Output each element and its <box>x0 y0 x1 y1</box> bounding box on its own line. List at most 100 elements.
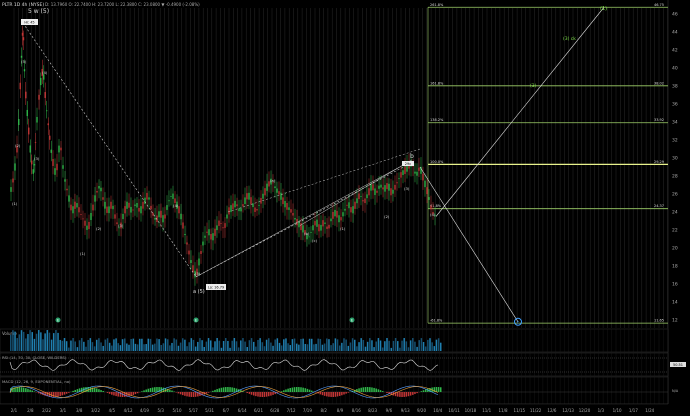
volume-bar <box>358 342 360 351</box>
volume-bar <box>222 341 225 351</box>
candle-body <box>318 224 320 232</box>
volume-bar <box>209 340 212 351</box>
candle-body <box>96 190 98 193</box>
volume-bar <box>381 347 384 351</box>
date-tick-label: 4/12 <box>124 408 133 413</box>
macd-hist-bar <box>334 392 337 397</box>
candle-body <box>344 208 346 211</box>
volume-bar <box>29 330 31 351</box>
volume-bar <box>311 338 313 351</box>
macd-hist-bar <box>373 387 375 392</box>
volume-bar <box>377 338 380 351</box>
macd-hist-bar <box>375 388 377 392</box>
macd-hist-bar <box>326 392 328 397</box>
date-tick-label: 2/8 <box>27 408 34 413</box>
candle-body <box>182 222 184 229</box>
macd-hist-bar <box>338 392 341 396</box>
price-chart[interactable]: PLTR 1D 4h (NYSE) D: 13.7960 O: 22.7400 H… <box>0 0 690 416</box>
volume-bar <box>162 343 165 351</box>
candle-body <box>26 109 28 117</box>
fib-value-label: 46.75 <box>654 3 664 7</box>
volume-bar <box>261 342 264 351</box>
candle-body <box>110 201 112 209</box>
candle-body <box>316 219 318 227</box>
volume-bar <box>302 338 304 351</box>
volume-bar <box>169 345 171 351</box>
wave-label-minor: (2) <box>15 143 21 148</box>
candle-body <box>216 225 218 231</box>
volume-bar <box>20 330 23 351</box>
macd-hist-bar <box>377 389 380 392</box>
candle-body <box>220 223 222 224</box>
macd-hist-bar <box>319 392 322 395</box>
fib-pct-label: 100.0% <box>430 160 444 164</box>
low-callout: Lo: 16.79 <box>208 286 224 290</box>
volume-bar <box>437 338 440 351</box>
macd-hist-bar <box>343 392 345 395</box>
candle-body <box>286 202 288 210</box>
volume-bar <box>59 339 61 351</box>
volume-bar <box>96 339 98 351</box>
macd-hist-bar <box>330 392 332 397</box>
candle-body <box>14 163 16 171</box>
date-tick-label: 6/28 <box>270 408 279 413</box>
volume-bar <box>414 341 416 351</box>
macd-hist-bar <box>96 388 98 392</box>
macd-hist-bar <box>412 392 414 395</box>
macd-hist-bar <box>358 388 360 392</box>
wave-label-a: a (5) <box>193 289 205 295</box>
candle-body <box>278 191 280 195</box>
macd-hist-bar <box>345 392 347 394</box>
candle-body <box>428 197 430 200</box>
candle-body <box>29 145 31 153</box>
volume-bar <box>72 338 74 351</box>
candle-body <box>402 170 404 175</box>
fib-pct-label: -61.8% <box>430 319 443 323</box>
volume-bar <box>85 346 87 351</box>
volume-bar <box>68 347 70 351</box>
candle-body <box>200 251 202 254</box>
wave-label-minor: (5) <box>195 271 201 276</box>
candle-body <box>294 217 296 220</box>
macd-hist-bar <box>151 387 154 392</box>
date-tick-label: 8/9 <box>337 408 344 413</box>
volume-bar <box>384 341 386 351</box>
candle-body <box>152 212 154 216</box>
volume-bar <box>57 332 59 351</box>
projection-line-c[interactable] <box>419 166 519 322</box>
candle-body <box>162 215 164 223</box>
macd-hist-bar <box>72 390 74 392</box>
candle-body <box>256 209 258 211</box>
candle-body <box>258 205 260 206</box>
candle-body <box>354 201 356 209</box>
macd-hist-bar <box>416 392 418 394</box>
candle-body <box>150 205 152 210</box>
macd-hist-bar <box>379 390 382 392</box>
date-tick-label: 9/13 <box>401 408 410 413</box>
macd-hist-bar <box>293 387 296 392</box>
macd-hist-bar <box>422 390 425 392</box>
trendline-down[interactable] <box>22 22 197 277</box>
candle-body <box>84 220 86 226</box>
volume-bar <box>177 345 180 351</box>
candle-body <box>378 185 380 189</box>
volume-bar <box>31 332 33 351</box>
volume-bar <box>401 340 403 351</box>
price-tick-label: 32 <box>672 138 678 144</box>
volume-bar <box>63 338 66 351</box>
date-tick-label: 11/8 <box>499 408 508 413</box>
macd-hist-bar <box>149 388 152 392</box>
date-tick-label: 3/1 <box>60 408 67 413</box>
macd-hist-bar <box>216 389 218 392</box>
candle-body <box>146 192 148 200</box>
volume-bar <box>306 344 309 351</box>
volume-bar <box>268 338 270 351</box>
macd-hist-bar <box>401 392 403 397</box>
candle-body <box>98 186 100 189</box>
volume-bar <box>160 344 162 351</box>
wave-label-minor: (3) <box>404 186 410 191</box>
macd-hist-bar <box>147 388 150 392</box>
volume-bar <box>76 347 79 351</box>
fib-pct-label: 261.8% <box>430 3 444 7</box>
candle-body <box>218 220 220 226</box>
